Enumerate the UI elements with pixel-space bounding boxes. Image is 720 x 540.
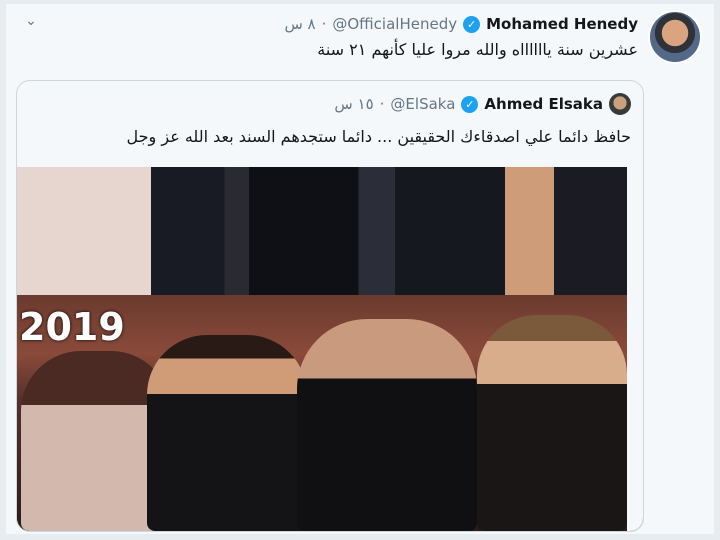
separator-dot: ·: [321, 15, 327, 33]
quoted-time[interactable]: ١٥ س: [334, 95, 373, 113]
quoted-author-handle[interactable]: @ElSaka: [390, 95, 455, 113]
year-label: 2019: [19, 305, 125, 349]
photo-edge: [627, 167, 643, 531]
quoted-text: حافظ دائما علي اصدقاءك الحقيقين ... دائم…: [126, 127, 631, 146]
tweet-text: عشرين سنة يااااااه والله مروا عليا كأنهم…: [317, 40, 638, 59]
chevron-down-icon[interactable]: ⌄: [22, 14, 40, 28]
verified-badge-icon: ✓: [463, 15, 481, 33]
author-name[interactable]: Mohamed Henedy: [486, 15, 638, 33]
quoted-tweet[interactable]: Ahmed Elsaka ✓ @ElSaka · ١٥ س حافظ دائما…: [16, 80, 644, 532]
quoted-photo[interactable]: 2019: [17, 167, 643, 531]
person-silhouette: [297, 319, 477, 531]
separator-dot: ·: [379, 95, 385, 113]
quoted-author-name[interactable]: Ahmed Elsaka: [484, 95, 603, 113]
photo-2019-part: 2019: [17, 295, 627, 531]
person-silhouette: [147, 335, 307, 531]
tweet-card[interactable]: ⌄ Mohamed Henedy ✓ @OfficialHenedy · ٨ س…: [6, 4, 714, 534]
photo-old-part: [17, 167, 627, 295]
quoted-header: Ahmed Elsaka ✓ @ElSaka · ١٥ س: [334, 93, 631, 115]
author-handle[interactable]: @OfficialHenedy: [332, 15, 457, 33]
author-avatar[interactable]: [648, 10, 702, 64]
tweet-header: Mohamed Henedy ✓ @OfficialHenedy · ٨ س: [284, 13, 638, 35]
tweet-time[interactable]: ٨ س: [284, 15, 315, 33]
quoted-avatar[interactable]: [609, 93, 631, 115]
person-silhouette: [477, 315, 627, 531]
verified-badge-icon: ✓: [461, 95, 479, 113]
